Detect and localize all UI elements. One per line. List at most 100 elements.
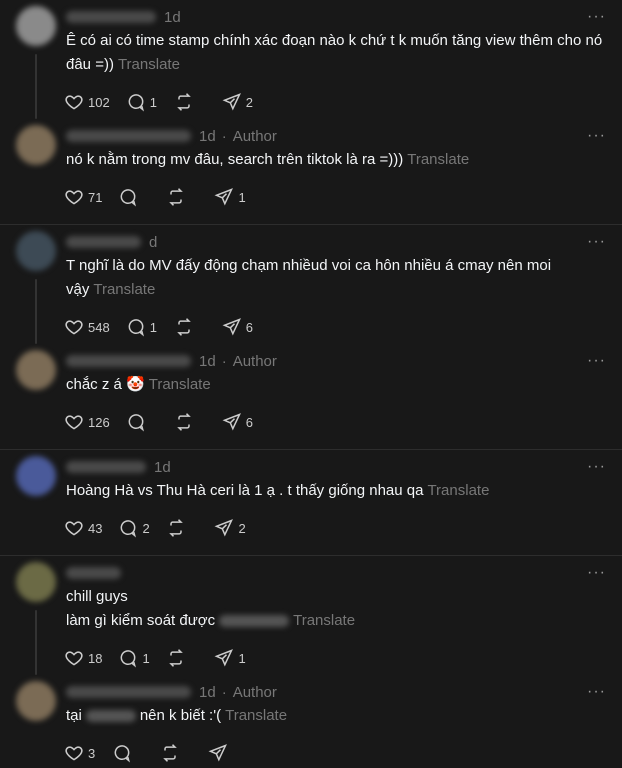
avatar[interactable] (16, 125, 56, 165)
thread: 1d ··· Ê có ai có time stamp chính xác đoạ… (0, 0, 622, 210)
share-button[interactable]: 6 (222, 317, 254, 337)
comment: 1d · Author ··· chắc z á 🤡 Translate 126 6 (0, 350, 622, 435)
username[interactable] (66, 11, 156, 23)
more-options-icon[interactable]: ··· (587, 8, 606, 26)
avatar[interactable] (16, 562, 56, 602)
like-button[interactable]: 126 (64, 412, 110, 432)
likes-count: 18 (88, 650, 103, 666)
likes-count: 43 (88, 520, 103, 536)
translate-link[interactable]: Translate (293, 612, 355, 629)
replies-count: 1 (142, 650, 150, 666)
avatar[interactable] (16, 231, 56, 271)
repost-button[interactable] (160, 743, 192, 763)
more-options-icon[interactable]: ··· (587, 127, 606, 145)
heart-icon (64, 743, 88, 763)
reply-button[interactable]: 1 (126, 92, 158, 112)
heart-icon (64, 518, 88, 538)
repost-button[interactable] (166, 187, 198, 207)
like-button[interactable]: 3 (64, 743, 96, 763)
like-button[interactable]: 548 (64, 317, 110, 337)
reply-icon (126, 317, 150, 337)
share-icon (222, 412, 246, 432)
share-icon (222, 317, 246, 337)
more-options-icon[interactable]: ··· (587, 458, 606, 476)
comment-body: ··· chill guys làm gì kiểm soát được Transl… (56, 562, 606, 671)
repost-button[interactable] (174, 412, 206, 432)
thread-line (35, 54, 37, 119)
username[interactable] (66, 130, 191, 142)
avatar[interactable] (16, 350, 56, 390)
translate-link[interactable]: Translate (149, 376, 211, 393)
repost-icon (166, 187, 190, 207)
action-bar: 548 1 6 (64, 314, 606, 340)
shares-count: 6 (245, 414, 253, 430)
username[interactable] (66, 686, 191, 698)
avatar-column (16, 125, 56, 210)
comment-body: 1d · Author ··· tại nên k biết :'(Translate 3 (56, 681, 606, 766)
reply-button[interactable]: 2 (118, 518, 150, 538)
reply-button[interactable] (126, 412, 158, 432)
translate-link[interactable]: Translate (225, 707, 287, 724)
username[interactable] (66, 236, 141, 248)
avatar[interactable] (16, 456, 56, 496)
comment: 1d ··· Ê có ai có time stamp chính xác đoạ… (0, 6, 622, 119)
share-icon (208, 743, 232, 763)
repost-icon (166, 518, 190, 538)
avatar-column (16, 681, 56, 766)
shares-count: 6 (245, 319, 253, 335)
comment-text: tại nên k biết :'(Translate (66, 704, 606, 728)
repost-button[interactable] (166, 648, 198, 668)
translate-link[interactable]: Translate (93, 281, 155, 298)
reply-button[interactable]: 1 (118, 648, 150, 668)
more-options-icon[interactable]: ··· (587, 233, 606, 251)
share-button[interactable]: 1 (214, 648, 246, 668)
likes-count: 102 (88, 94, 110, 110)
repost-icon (174, 412, 198, 432)
action-bar: 71 1 (64, 184, 606, 210)
more-options-icon[interactable]: ··· (587, 352, 606, 370)
translate-link[interactable]: Translate (118, 56, 180, 73)
likes-count: 3 (88, 745, 96, 761)
share-button[interactable]: 2 (222, 92, 254, 112)
share-icon (214, 648, 238, 668)
reply-button[interactable] (118, 187, 150, 207)
like-button[interactable]: 102 (64, 92, 110, 112)
repost-button[interactable] (174, 317, 206, 337)
comment-body: 1d · Author ··· chắc z á 🤡 Translate 126 6 (56, 350, 606, 435)
avatar[interactable] (16, 6, 56, 46)
heart-icon (64, 648, 88, 668)
avatar-column (16, 231, 56, 344)
like-button[interactable]: 18 (64, 648, 102, 668)
more-options-icon[interactable]: ··· (587, 683, 606, 701)
separator: · (221, 127, 227, 145)
comment-text-content: Hoàng Hà vs Thu Hà ceri là 1 ạ . t thấy … (66, 482, 424, 499)
thread: 1d ··· Hoàng Hà vs Thu Hà ceri là 1 ạ . t … (0, 450, 622, 541)
heart-icon (64, 187, 88, 207)
author-badge: Author (232, 683, 277, 701)
share-button[interactable]: 2 (214, 518, 246, 538)
reply-button[interactable]: 1 (126, 317, 158, 337)
repost-button[interactable] (174, 92, 206, 112)
comment-text-line-2: làm gì kiểm soát được (66, 612, 216, 629)
repost-button[interactable] (166, 518, 198, 538)
share-button[interactable]: 6 (222, 412, 254, 432)
timestamp: d (149, 233, 158, 251)
username[interactable] (66, 567, 121, 579)
heart-icon (64, 412, 88, 432)
username[interactable] (66, 461, 146, 473)
avatar[interactable] (16, 681, 56, 721)
reply-button[interactable] (112, 743, 144, 763)
translate-link[interactable]: Translate (427, 482, 489, 499)
heart-icon (64, 92, 88, 112)
thread: ··· chill guys làm gì kiểm soát được Transl… (0, 556, 622, 766)
like-button[interactable]: 71 (64, 187, 102, 207)
share-button[interactable] (208, 743, 240, 763)
shares-count: 1 (238, 650, 246, 666)
like-button[interactable]: 43 (64, 518, 102, 538)
share-button[interactable]: 1 (214, 187, 246, 207)
reply-icon (126, 92, 150, 112)
more-options-icon[interactable]: ··· (587, 564, 606, 582)
thread-line (35, 610, 37, 675)
username[interactable] (66, 355, 191, 367)
translate-link[interactable]: Translate (407, 151, 469, 168)
